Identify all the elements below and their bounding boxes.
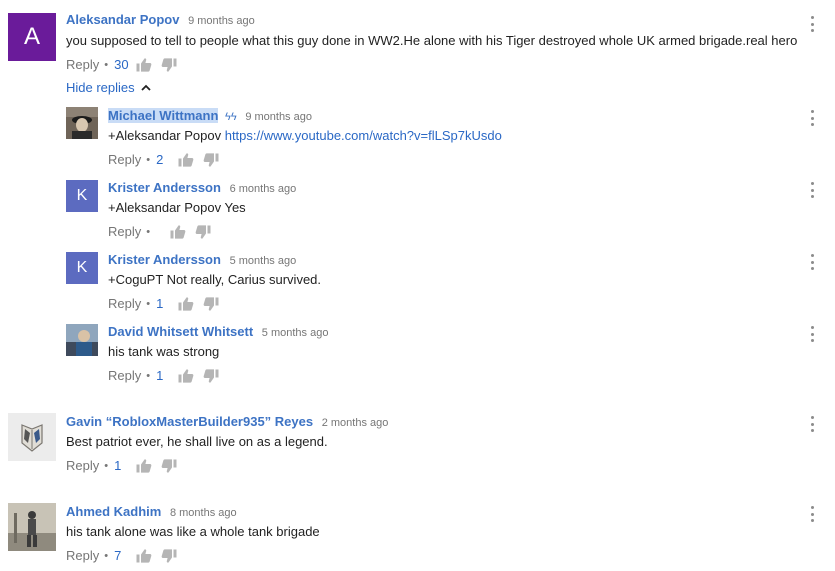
thumb-up-icon[interactable] <box>178 152 194 168</box>
avatar[interactable] <box>8 503 56 551</box>
comment-actions: Reply • 7 <box>66 548 186 564</box>
reply-button[interactable]: Reply <box>108 368 141 384</box>
separator-dot: • <box>146 154 151 166</box>
comment-author[interactable]: Krister Andersson <box>108 252 221 267</box>
more-actions-icon[interactable] <box>810 16 814 32</box>
comment-actions: Reply • 2 <box>108 152 228 168</box>
thumb-up-icon[interactable] <box>170 224 186 240</box>
reply-button[interactable]: Reply <box>66 548 99 564</box>
thumb-down-icon[interactable] <box>203 152 219 168</box>
avatar[interactable]: A <box>8 13 56 61</box>
comment-time[interactable]: 9 months ago <box>188 15 255 27</box>
thumb-down-icon[interactable] <box>161 548 177 564</box>
like-count: 2 <box>156 152 164 167</box>
reply-button[interactable]: Reply <box>66 458 99 474</box>
comment-time[interactable]: 5 months ago <box>262 327 329 339</box>
mention-text: +Aleksandar Popov <box>108 128 225 143</box>
comment-actions: Reply • 1 <box>108 368 228 384</box>
avatar-letter: A <box>23 23 40 50</box>
more-actions-icon[interactable] <box>810 506 814 522</box>
photo-avatar-icon <box>66 107 98 139</box>
comment-author[interactable]: Ahmed Kadhim <box>66 504 161 519</box>
thumb-down-icon[interactable] <box>203 296 219 312</box>
thumb-down-icon[interactable] <box>195 224 211 240</box>
avatar[interactable] <box>66 107 98 139</box>
comment-header: Michael Wittmann ϟϟ 9 months ago <box>108 108 312 125</box>
more-actions-icon[interactable] <box>810 416 814 432</box>
hide-replies-label: Hide replies <box>66 80 135 95</box>
comment-author[interactable]: Gavin “RobloxMasterBuilder935” Reyes <box>66 414 313 429</box>
avatar[interactable]: K <box>66 252 98 284</box>
comment-text: his tank alone was like a whole tank bri… <box>66 524 320 539</box>
comment-header: Ahmed Kadhim 8 months ago <box>66 504 237 521</box>
more-actions-icon[interactable] <box>810 254 814 270</box>
thumb-up-icon[interactable] <box>136 548 152 564</box>
chevron-up-icon <box>141 84 151 91</box>
reply-button[interactable]: Reply <box>108 152 141 168</box>
avatar[interactable] <box>8 413 56 461</box>
comment-header: Krister Andersson 6 months ago <box>108 180 296 197</box>
wings-emblem-icon <box>8 413 56 461</box>
thumb-down-icon[interactable] <box>161 458 177 474</box>
thumb-up-icon[interactable] <box>136 57 152 73</box>
avatar[interactable]: K <box>66 180 98 212</box>
separator-dot: • <box>104 550 109 562</box>
comment-actions: Reply • 1 <box>108 296 228 312</box>
like-count: 1 <box>114 458 122 473</box>
comment-time[interactable]: 2 months ago <box>322 417 389 429</box>
separator-dot: • <box>146 370 151 382</box>
thumb-up-icon[interactable] <box>178 368 194 384</box>
comment-text: +Aleksandar Popov Yes <box>108 200 246 215</box>
photo-avatar-icon <box>66 324 98 356</box>
comment-text: his tank was strong <box>108 344 220 359</box>
comment-header: Gavin “RobloxMasterBuilder935” Reyes 2 m… <box>66 414 388 431</box>
comment-author[interactable]: Aleksandar Popov <box>66 12 179 27</box>
avatar-letter: K <box>76 259 88 276</box>
author-badge: ϟϟ <box>225 111 237 123</box>
reply-button[interactable]: Reply <box>108 224 141 240</box>
more-actions-icon[interactable] <box>810 326 814 342</box>
thumb-down-icon[interactable] <box>161 57 177 73</box>
comment-link[interactable]: https://www.youtube.com/watch?v=flLSp7kU… <box>225 128 502 143</box>
photo-avatar-icon <box>8 503 56 551</box>
reply-button[interactable]: Reply <box>66 57 99 73</box>
more-actions-icon[interactable] <box>810 182 814 198</box>
comment-text: Best patriot ever, he shall live on as a… <box>66 434 328 449</box>
comment-actions: Reply • 1 <box>66 458 186 474</box>
comment-header: Krister Andersson 5 months ago <box>108 252 296 269</box>
comment-text: you supposed to tell to people what this… <box>66 33 798 48</box>
comment-author[interactable]: Michael Wittmann <box>108 108 219 123</box>
avatar[interactable] <box>66 324 98 356</box>
separator-dot: • <box>146 226 151 238</box>
comment-text: +CoguPT Not really, Carius survived. <box>108 272 322 287</box>
comment-time[interactable]: 9 months ago <box>245 111 312 123</box>
comment-author[interactable]: David Whitsett Whitsett <box>108 324 253 339</box>
thumb-down-icon[interactable] <box>203 368 219 384</box>
separator-dot: • <box>104 460 109 472</box>
separator-dot: • <box>104 59 109 71</box>
separator-dot: • <box>146 298 151 310</box>
like-count: 7 <box>114 548 122 563</box>
like-count: 30 <box>114 57 129 72</box>
hide-replies-button[interactable]: Hide replies <box>66 80 151 96</box>
avatar-letter: K <box>76 187 88 204</box>
reply-button[interactable]: Reply <box>108 296 141 312</box>
comment-actions: Reply • 30 <box>66 57 186 73</box>
comment-time[interactable]: 5 months ago <box>230 255 297 267</box>
comment-actions: Reply • <box>108 224 220 240</box>
thumb-up-icon[interactable] <box>178 296 194 312</box>
like-count: 1 <box>156 368 164 383</box>
like-count: 1 <box>156 296 164 311</box>
comment-time[interactable]: 8 months ago <box>170 507 237 519</box>
comment-header: Aleksandar Popov 9 months ago <box>66 12 255 29</box>
thumb-up-icon[interactable] <box>136 458 152 474</box>
comment-author[interactable]: Krister Andersson <box>108 180 221 195</box>
comment-text: +Aleksandar Popov https://www.youtube.co… <box>108 128 502 144</box>
comment-time[interactable]: 6 months ago <box>230 183 297 195</box>
comment-header: David Whitsett Whitsett 5 months ago <box>108 324 328 341</box>
more-actions-icon[interactable] <box>810 110 814 126</box>
